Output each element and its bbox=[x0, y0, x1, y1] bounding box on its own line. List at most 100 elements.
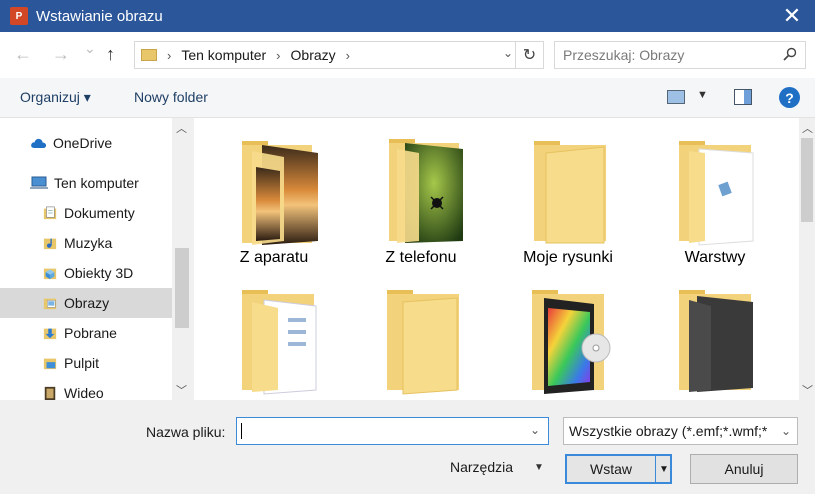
navigation-pane: OneDrive Ten komputer Dokumenty Muzyka O… bbox=[0, 118, 192, 400]
text-caret bbox=[241, 423, 242, 439]
sidebar-item-label: Wideo bbox=[64, 385, 104, 400]
pictures-icon bbox=[43, 298, 57, 310]
sidebar-item-label: Pulpit bbox=[64, 355, 100, 371]
sidebar-item-obrazy[interactable]: Obrazy bbox=[0, 288, 172, 318]
filename-label: Nazwa pliku: bbox=[146, 424, 226, 440]
folder-label: Z aparatu bbox=[239, 249, 309, 266]
folder-tile[interactable] bbox=[204, 278, 344, 400]
video-icon bbox=[44, 386, 56, 400]
recent-locations-icon[interactable]: ⌄ bbox=[84, 40, 96, 57]
folder-label: Warstwy bbox=[684, 249, 746, 266]
command-toolbar: Organizuj ▾ Nowy folder ▼ ? bbox=[0, 78, 815, 118]
sidebar-item-pulpit[interactable]: Pulpit bbox=[0, 348, 172, 378]
scroll-up-arrow-icon[interactable]: ︿ bbox=[176, 120, 187, 136]
documents-icon bbox=[43, 206, 57, 220]
sidebar-item-muzyka[interactable]: Muzyka bbox=[0, 228, 172, 258]
sidebar-item-label: Pobrane bbox=[64, 325, 117, 341]
folder-photos-icon bbox=[242, 141, 318, 245]
folder-document-icon bbox=[679, 141, 754, 246]
search-input[interactable] bbox=[555, 42, 765, 68]
folder-tile-z-telefonu[interactable]: Z telefonu bbox=[351, 123, 491, 268]
sidebar-item-label: OneDrive bbox=[53, 135, 113, 151]
filename-input[interactable] bbox=[237, 418, 517, 444]
sidebar-item-label: Ten komputer bbox=[54, 175, 139, 191]
breadcrumb-separator: › bbox=[167, 47, 172, 63]
file-list-scroll-thumb[interactable] bbox=[801, 138, 813, 222]
view-options-dropdown-icon[interactable]: ▼ bbox=[697, 89, 708, 101]
insert-options-dropdown-icon[interactable]: ▼ bbox=[655, 456, 672, 482]
sidebar-item-label: Obiekty 3D bbox=[64, 265, 134, 281]
navigation-bar: ← → ⌄ ↑ › Ten komputer › Obrazy › ⌄ ↻ bbox=[0, 32, 815, 78]
tools-dropdown-icon[interactable]: ▼ bbox=[534, 462, 544, 473]
close-button[interactable]: ✕ bbox=[769, 0, 815, 32]
breadcrumb-obrazy[interactable]: Obrazy bbox=[291, 47, 336, 63]
computer-icon bbox=[30, 176, 48, 189]
file-type-filter-value: Wszystkie obrazy (*.emf;*.wmf;* bbox=[569, 423, 768, 439]
sidebar-item-ten-komputer[interactable]: Ten komputer bbox=[0, 168, 172, 198]
refresh-icon[interactable]: ↻ bbox=[515, 42, 543, 68]
folder-dark-icon bbox=[679, 290, 753, 392]
folder-tile-warstwy[interactable]: Warstwy bbox=[645, 123, 785, 268]
folder-icon bbox=[141, 49, 157, 61]
3d-objects-icon bbox=[43, 268, 57, 280]
address-bar[interactable]: › Ten komputer › Obrazy › ⌄ ↻ bbox=[134, 41, 544, 69]
dialog-footer: Nazwa pliku: ⌄ Wszystkie obrazy (*.emf;*… bbox=[0, 400, 815, 494]
sidebar-item-obiekty-3d[interactable]: Obiekty 3D bbox=[0, 258, 172, 288]
file-list: Z aparatu Z telefonu Moje rysunki Warstw… bbox=[194, 118, 799, 400]
folder-tile[interactable] bbox=[645, 278, 785, 400]
insert-button[interactable]: Wstaw ▼ bbox=[565, 454, 672, 484]
insert-button-label: Wstaw bbox=[590, 461, 632, 477]
downloads-icon bbox=[43, 328, 57, 340]
folder-icon bbox=[534, 141, 606, 244]
folder-media-icon bbox=[532, 290, 611, 394]
back-arrow-icon[interactable]: ← bbox=[14, 44, 32, 65]
music-icon bbox=[43, 238, 57, 250]
tools-button[interactable]: Narzędzia bbox=[450, 459, 513, 475]
folder-label: Moje rysunki bbox=[523, 249, 613, 266]
filter-dropdown-icon[interactable]: ⌄ bbox=[778, 424, 791, 438]
preview-pane-icon[interactable] bbox=[734, 89, 752, 105]
folder-tile-z-aparatu[interactable]: Z aparatu bbox=[204, 123, 344, 268]
folder-tile-moje-rysunki[interactable]: Moje rysunki bbox=[498, 123, 638, 268]
sidebar-item-onedrive[interactable]: OneDrive bbox=[0, 128, 172, 158]
desktop-icon bbox=[43, 358, 57, 370]
help-icon[interactable]: ? bbox=[779, 87, 800, 108]
new-folder-button[interactable]: Nowy folder bbox=[134, 89, 208, 105]
search-box[interactable] bbox=[554, 41, 806, 69]
forward-arrow-icon[interactable]: → bbox=[52, 44, 70, 65]
scroll-up-arrow-icon[interactable]: ︿ bbox=[802, 120, 813, 136]
scroll-down-arrow-icon[interactable]: ﹀ bbox=[176, 382, 187, 398]
window-title: Wstawianie obrazu bbox=[36, 7, 163, 25]
sidebar-scroll-thumb[interactable] bbox=[175, 248, 189, 328]
sidebar-item-wideo[interactable]: Wideo bbox=[0, 378, 172, 400]
powerpoint-icon: P bbox=[10, 7, 28, 25]
filename-combobox[interactable]: ⌄ bbox=[236, 417, 549, 445]
address-dropdown-icon[interactable]: ⌄ bbox=[503, 46, 513, 60]
sidebar-item-label: Dokumenty bbox=[64, 205, 135, 221]
file-list-scrollbar[interactable]: ︿ ﹀ bbox=[799, 118, 815, 400]
breadcrumb-ten-komputer[interactable]: Ten komputer bbox=[181, 47, 266, 63]
folder-tile[interactable] bbox=[351, 278, 491, 400]
folder-document-icon bbox=[242, 290, 317, 395]
folder-tile[interactable] bbox=[498, 278, 638, 400]
title-bar: P Wstawianie obrazu ✕ bbox=[0, 0, 815, 32]
folder-icon bbox=[387, 290, 459, 395]
folder-photos-icon bbox=[389, 139, 463, 243]
scroll-down-arrow-icon[interactable]: ﹀ bbox=[802, 382, 813, 398]
breadcrumb-separator[interactable]: › bbox=[276, 48, 280, 63]
cancel-button[interactable]: Anuluj bbox=[690, 454, 798, 484]
cloud-icon bbox=[31, 138, 47, 148]
sidebar-item-dokumenty[interactable]: Dokumenty bbox=[0, 198, 172, 228]
search-icon[interactable] bbox=[783, 47, 797, 61]
breadcrumb-separator[interactable]: › bbox=[346, 48, 350, 63]
file-type-filter[interactable]: Wszystkie obrazy (*.emf;*.wmf;* ⌄ bbox=[563, 417, 798, 445]
sidebar-item-label: Muzyka bbox=[64, 235, 113, 251]
change-view-icon[interactable] bbox=[667, 90, 685, 104]
sidebar-scrollbar[interactable]: ︿ ﹀ bbox=[172, 118, 192, 400]
folder-label: Z telefonu bbox=[385, 249, 457, 266]
filename-dropdown-icon[interactable]: ⌄ bbox=[530, 423, 540, 437]
organize-button[interactable]: Organizuj ▾ bbox=[20, 89, 91, 106]
sidebar-item-label: Obrazy bbox=[64, 295, 110, 311]
sidebar-item-pobrane[interactable]: Pobrane bbox=[0, 318, 172, 348]
up-arrow-icon[interactable]: ↑ bbox=[106, 44, 115, 65]
